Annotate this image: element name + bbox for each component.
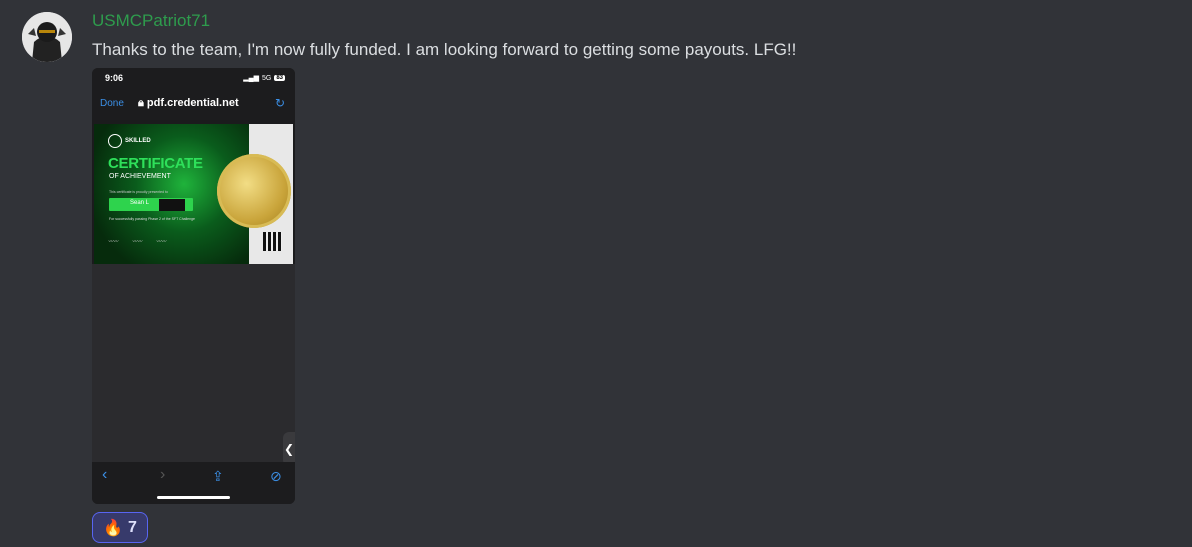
redaction-block bbox=[159, 199, 185, 211]
helmet-avatar-icon bbox=[22, 12, 72, 62]
certificate-subtitle: OF ACHIEVEMENT bbox=[109, 173, 171, 180]
signal-icon: ▂▄▆ bbox=[243, 75, 259, 82]
signature-3: 〰〰 bbox=[156, 239, 167, 245]
fire-reaction-button[interactable]: 🔥 7 bbox=[92, 512, 148, 543]
certificate-brand: SKILLED bbox=[125, 138, 151, 144]
qr-code-icon bbox=[263, 232, 282, 251]
done-button: Done bbox=[100, 98, 124, 109]
status-time: 9:06 bbox=[105, 73, 124, 83]
image-attachment[interactable]: 9:06 ▂▄▆ 5G 83 Done 🔒︎ pdf.credential.ne… bbox=[92, 68, 295, 504]
certificate-image: SKILLED CERTIFICATE OF ACHIEVEMENT This … bbox=[94, 124, 293, 264]
certificate-logo: SKILLED bbox=[108, 134, 151, 148]
back-icon: ‹ bbox=[102, 466, 108, 483]
signature-1: 〰〰 bbox=[108, 239, 119, 245]
certificate-title: CERTIFICATE bbox=[108, 155, 203, 172]
status-indicators: ▂▄▆ 5G 83 bbox=[243, 74, 285, 82]
url-text: 🔒︎ pdf.credential.net bbox=[138, 97, 239, 110]
username[interactable]: USMCPatriot71 bbox=[92, 11, 210, 31]
message-text: Thanks to the team, I'm now fully funded… bbox=[92, 40, 797, 59]
browser-bottom-bar: ‹ › ⇪ ⊘ bbox=[92, 462, 295, 504]
certificate-phase-text: For successfully passing Phase 2 of the … bbox=[109, 217, 195, 221]
reaction-count: 7 bbox=[128, 518, 137, 536]
pdf-viewer-blank-area bbox=[92, 264, 295, 464]
certificate-presented-text: This certificate is proudly presented to bbox=[109, 190, 168, 194]
forward-icon: › bbox=[160, 466, 166, 483]
share-icon: ⇪ bbox=[212, 468, 224, 484]
gold-seal-icon bbox=[217, 154, 291, 228]
phone-status-bar: 9:06 ▂▄▆ 5G 83 bbox=[92, 68, 295, 90]
user-avatar[interactable] bbox=[22, 12, 72, 62]
battery-icon: 83 bbox=[274, 75, 285, 81]
lock-icon: 🔒︎ bbox=[138, 97, 144, 109]
browser-url-bar: Done 🔒︎ pdf.credential.net ↻ bbox=[92, 90, 295, 120]
signature-2: 〰〰 bbox=[132, 239, 143, 245]
certificate-name-bar: Sean L bbox=[109, 198, 193, 211]
compass-icon: ⊘ bbox=[270, 468, 282, 484]
network-label: 5G bbox=[261, 74, 272, 82]
url-value: pdf.credential.net bbox=[146, 97, 239, 109]
certificate-signatures: 〰〰 〰〰 〰〰 bbox=[108, 238, 166, 245]
reload-icon: ↻ bbox=[274, 96, 285, 110]
logo-circle-icon bbox=[108, 134, 122, 148]
side-handle-icon: ❮ bbox=[283, 432, 295, 466]
fire-icon: 🔥 bbox=[103, 519, 123, 537]
certificate-recipient: Sean L bbox=[130, 200, 150, 206]
home-indicator bbox=[157, 496, 230, 499]
